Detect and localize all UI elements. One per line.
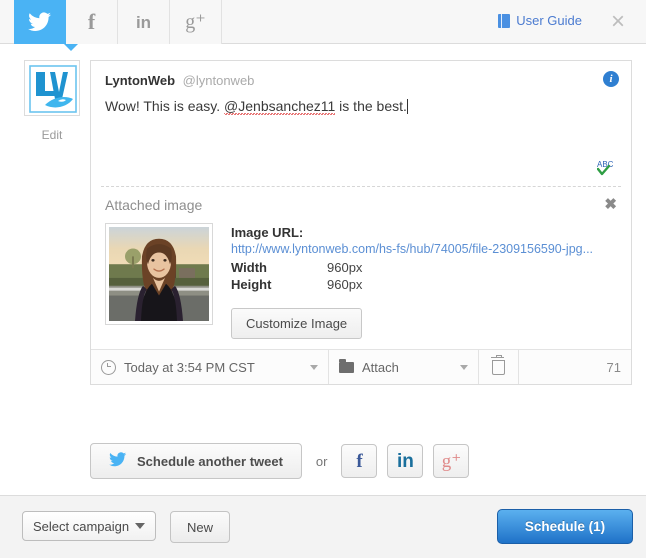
composer-toolbar: Today at 3:54 PM CST Attach 71	[91, 349, 631, 384]
footer-bar: Select campaign New Schedule (1)	[0, 495, 646, 558]
chevron-down-icon	[460, 364, 468, 370]
attach-label: Attach	[362, 359, 399, 375]
google-plus-icon: g⁺	[441, 450, 462, 472]
account-name: LyntonWeb	[105, 73, 176, 88]
clock-icon	[101, 359, 116, 375]
tweet-text-before: Wow! This is easy.	[105, 98, 225, 114]
twitter-bird-icon	[28, 12, 52, 32]
tab-facebook[interactable]: f	[66, 0, 118, 44]
chevron-down-icon	[135, 523, 145, 529]
compose-linkedin-button[interactable]: in	[387, 444, 424, 478]
image-height-label: Height	[231, 277, 272, 292]
schedule-another-tweet-button[interactable]: Schedule another tweet	[90, 443, 302, 479]
image-height-row: Height 960px	[231, 277, 617, 292]
facebook-icon: f	[87, 9, 96, 34]
trash-icon	[490, 354, 505, 375]
tab-linkedin[interactable]: in	[118, 0, 170, 44]
image-width-row: Width 960px	[231, 260, 617, 275]
select-campaign-dropdown[interactable]: Select campaign	[22, 511, 156, 541]
info-icon[interactable]: i	[603, 71, 619, 87]
thumbnail-photo	[109, 227, 209, 321]
avatar-edit-link[interactable]: Edit	[14, 128, 90, 142]
image-thumbnail[interactable]	[105, 223, 213, 325]
image-width-value: 960px	[327, 260, 363, 275]
select-campaign-label: Select campaign	[33, 518, 130, 534]
tab-googleplus[interactable]: g⁺	[170, 0, 222, 44]
text-cursor	[406, 99, 408, 114]
image-url-label: Image URL:	[231, 225, 304, 240]
customize-image-button[interactable]: Customize Image	[231, 308, 363, 339]
avatar	[24, 60, 80, 116]
tweet-text-input[interactable]: Wow! This is easy. @Jenbsanchez11 is the…	[91, 92, 631, 180]
tweet-mention: @Jenbsanchez11	[224, 98, 336, 116]
image-width-label: Width	[231, 260, 267, 275]
avatar-column: Edit	[14, 60, 90, 142]
user-guide-link[interactable]: User Guide	[498, 13, 582, 28]
image-url-link[interactable]: http://www.lyntonweb.com/hs-fs/hub/74005…	[231, 242, 617, 256]
image-metadata: Image URL: http://www.lyntonweb.com/hs-f…	[231, 223, 617, 339]
schedule-another-label: Schedule another tweet	[137, 453, 283, 469]
compose-facebook-button[interactable]: f	[341, 444, 378, 478]
account-handle: @lyntonweb	[182, 73, 255, 88]
secondary-actions: Schedule another tweet or f in g⁺	[90, 443, 479, 479]
compose-googleplus-button[interactable]: g⁺	[433, 444, 470, 478]
active-tab-pointer	[64, 44, 78, 51]
schedule-time-label: Today at 3:54 PM CST	[124, 359, 255, 375]
tweet-text-after: is the best.	[335, 98, 407, 114]
or-separator: or	[315, 453, 328, 469]
schedule-button[interactable]: Schedule (1)	[497, 509, 633, 544]
google-plus-icon: g⁺	[185, 11, 206, 33]
character-count: 71	[606, 359, 621, 375]
twitter-bird-icon	[109, 452, 127, 470]
network-tabs: f in g⁺	[14, 0, 222, 44]
linkedin-icon: in	[135, 12, 152, 32]
network-tab-bar: f in g⁺ User Guide ×	[0, 0, 646, 51]
tweet-card: LyntonWeb @lyntonweb i Wow! This is easy…	[90, 60, 632, 385]
attached-image-close-icon[interactable]: ✖	[604, 195, 617, 213]
folder-icon	[339, 358, 354, 373]
linkedin-icon: in	[397, 450, 414, 472]
book-icon	[498, 13, 511, 28]
facebook-icon: f	[356, 450, 363, 472]
spellcheck-abc-icon[interactable]: ABC	[596, 158, 619, 176]
new-campaign-button[interactable]: New	[170, 511, 231, 543]
user-guide-label: User Guide	[516, 13, 582, 28]
schedule-time-selector[interactable]: Today at 3:54 PM CST	[91, 350, 329, 384]
chevron-down-icon	[310, 364, 318, 370]
attached-image-title: Attached image	[105, 197, 203, 213]
image-height-value: 960px	[327, 277, 363, 292]
attached-image-section: Attached image ✖ Image URL: http://www.l…	[101, 186, 621, 349]
close-icon[interactable]: ×	[604, 8, 632, 36]
tweet-card-header: LyntonWeb @lyntonweb i	[91, 61, 631, 92]
attach-button[interactable]: Attach	[329, 350, 479, 384]
svg-text:ABC: ABC	[597, 160, 614, 169]
delete-button[interactable]	[479, 350, 519, 384]
tab-twitter[interactable]	[14, 0, 66, 44]
attached-image-row: Image URL: http://www.lyntonweb.com/hs-f…	[105, 223, 617, 339]
